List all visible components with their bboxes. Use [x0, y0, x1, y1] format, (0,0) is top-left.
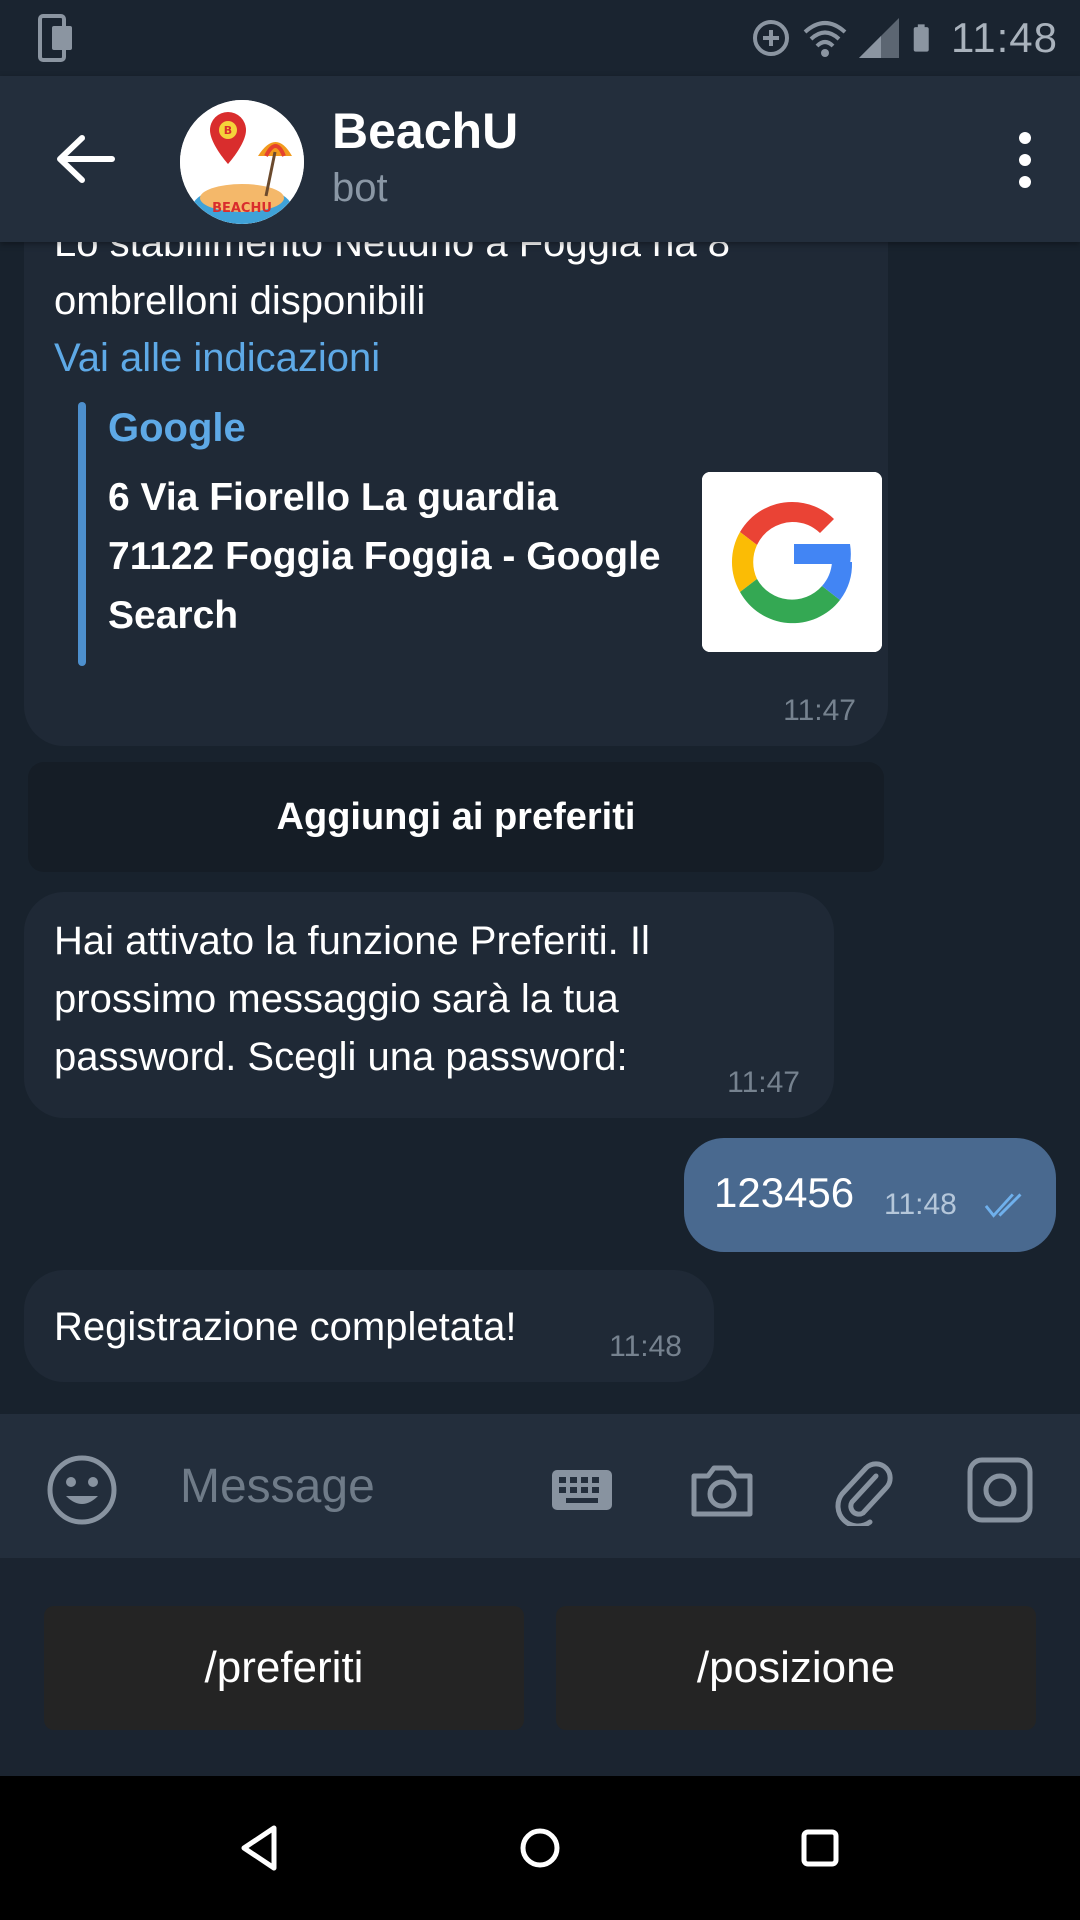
- google-g-icon: [702, 472, 882, 652]
- battery-icon: [913, 24, 929, 52]
- instagram-icon[interactable]: [964, 1454, 1036, 1526]
- link-preview-title[interactable]: 6 Via Fiorello La guardia 71122 Foggia F…: [108, 468, 668, 645]
- keyboard-icon[interactable]: [546, 1454, 618, 1526]
- avatar[interactable]: B BEACHU: [180, 100, 304, 224]
- signal-icon: [859, 18, 899, 58]
- message-time: 11:48: [884, 1188, 957, 1221]
- directions-link[interactable]: Vai alle indicazioni: [54, 336, 380, 381]
- chat-area[interactable]: Lo stabilimento Nettuno a Foggia ha 8 om…: [0, 242, 1080, 1414]
- status-time: 11:48: [951, 14, 1058, 61]
- camera-icon[interactable]: [686, 1454, 758, 1526]
- data-saver-icon: [753, 20, 789, 56]
- google-logo-thumbnail[interactable]: [702, 472, 882, 652]
- system-navigation-bar: [0, 1776, 1080, 1920]
- link-preview-accent: [78, 402, 86, 666]
- message-registration[interactable]: Registrazione completata! 11:48: [24, 1270, 714, 1382]
- chat-subtitle: bot: [332, 166, 388, 210]
- beachu-logo: B BEACHU: [180, 100, 304, 224]
- message-favorites[interactable]: Hai attivato la funzione Preferiti. Il p…: [24, 892, 834, 1118]
- message-input[interactable]: [180, 1450, 510, 1522]
- chat-header: B BEACHU BeachU bot: [0, 76, 1080, 242]
- message-text: Registrazione completata!: [54, 1305, 517, 1349]
- keyboard-button-preferiti[interactable]: /preferiti: [44, 1606, 524, 1730]
- home-circle-icon[interactable]: [508, 1816, 572, 1880]
- double-check-icon: [984, 1193, 1022, 1218]
- add-to-favorites-button[interactable]: Aggiungi ai preferiti: [28, 762, 884, 872]
- keyboard-button-posizione[interactable]: /posizione: [556, 1606, 1036, 1730]
- message-time: 11:47: [783, 694, 856, 727]
- chat-title[interactable]: BeachU: [332, 102, 518, 160]
- message-outgoing[interactable]: 123456 11:48: [684, 1138, 1056, 1252]
- bot-keyboard: /preferiti /posizione: [0, 1558, 1080, 1776]
- message-location[interactable]: Lo stabilimento Nettuno a Foggia ha 8 om…: [24, 242, 888, 746]
- message-text: 123456: [714, 1169, 855, 1216]
- emoji-icon[interactable]: [46, 1454, 118, 1526]
- more-vertical-icon[interactable]: [1010, 128, 1040, 192]
- svg-text:BEACHU: BEACHU: [212, 201, 272, 216]
- recents-square-icon[interactable]: [788, 1816, 852, 1880]
- message-text: ombrelloni disponibili: [54, 279, 426, 323]
- back-arrow-icon[interactable]: [52, 126, 118, 192]
- svg-text:B: B: [224, 124, 232, 137]
- message-input-bar: [0, 1414, 1080, 1558]
- attach-icon[interactable]: [826, 1454, 898, 1526]
- message-text-partial: Lo stabilimento Nettuno a Foggia ha 8: [54, 242, 730, 265]
- message-time: 11:48: [609, 1330, 682, 1363]
- back-triangle-icon[interactable]: [228, 1816, 292, 1880]
- link-preview-site[interactable]: Google: [108, 406, 246, 451]
- message-time: 11:47: [727, 1066, 800, 1099]
- status-bar: 11:48: [0, 0, 1080, 76]
- message-text: Hai attivato la funzione Preferiti. Il p…: [54, 919, 650, 1079]
- wifi-icon: [803, 21, 847, 57]
- phone-rotate-icon: [38, 14, 72, 62]
